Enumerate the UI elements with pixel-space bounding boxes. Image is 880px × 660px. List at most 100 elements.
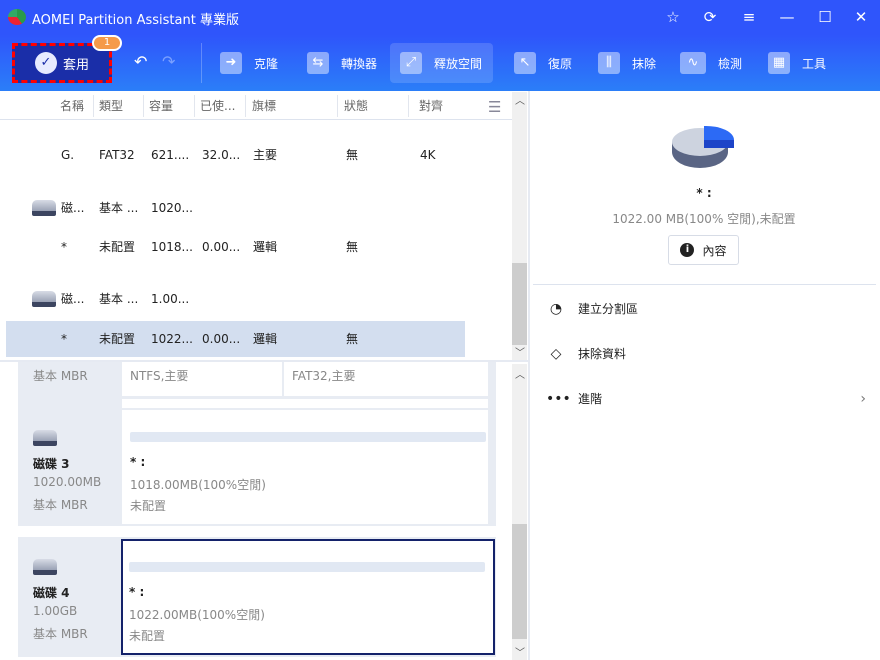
test-button[interactable]: ∿ 檢測 xyxy=(670,43,752,83)
close-button[interactable]: ✕ xyxy=(848,6,874,28)
disk-type: 基本 MBR xyxy=(33,369,88,383)
cell-status: 無 xyxy=(346,240,359,254)
recovery-button[interactable]: ↖ 復原 xyxy=(504,43,582,83)
pending-count-badge: 1 xyxy=(92,35,122,51)
recovery-label: 復原 xyxy=(548,56,573,71)
column-flag[interactable]: 旗標 xyxy=(252,93,276,119)
cell-name: G. xyxy=(61,148,75,162)
partition-row[interactable]: G. FAT32 621.... 32.0... 主要 無 4K xyxy=(6,137,465,173)
disk-card-3[interactable]: 磁碟 3 1020.00MB 基本 MBR * : 1018.00MB(100%… xyxy=(18,408,496,526)
window-title: AOMEI Partition Assistant 專業版 xyxy=(32,13,239,28)
column-divider xyxy=(245,95,246,117)
check-icon: ✓ xyxy=(34,52,57,74)
partition-row[interactable]: * 未配置 1018... 0.00... 邏輯 無 xyxy=(6,229,465,265)
menu-icon[interactable]: ≡ xyxy=(736,6,762,28)
column-divider xyxy=(143,95,144,117)
converter-label: 轉換器 xyxy=(341,56,378,71)
column-used[interactable]: 已使... xyxy=(200,93,235,119)
disk-card-partial[interactable]: 基本 MBR NTFS,主要 FAT32,主要 xyxy=(18,362,496,408)
disk-row[interactable]: 磁... 基本 ... 1020... xyxy=(6,190,465,226)
cell-type: 未配置 xyxy=(99,332,136,346)
disk-icon xyxy=(32,291,56,307)
column-align[interactable]: 對齊 xyxy=(419,93,443,119)
test-icon: ∿ xyxy=(680,52,706,74)
info-icon: i xyxy=(680,243,695,257)
partition-block[interactable]: NTFS,主要 xyxy=(122,362,282,396)
partition-type: 未配置 xyxy=(129,629,166,643)
clone-button[interactable]: ➜ 克隆 xyxy=(210,43,288,83)
partition-label: NTFS,主要 xyxy=(130,369,189,383)
test-label: 檢測 xyxy=(718,56,743,71)
column-divider xyxy=(194,95,195,117)
table-scrollbar[interactable]: ︿ ﹀ xyxy=(512,92,527,360)
maximize-button[interactable]: ☐ xyxy=(812,6,838,28)
undo-icon[interactable]: ↶ xyxy=(134,52,147,71)
recovery-icon: ↖ xyxy=(514,52,536,74)
redo-icon[interactable]: ↷ xyxy=(162,52,175,71)
column-capacity[interactable]: 容量 xyxy=(149,93,173,119)
clone-icon: ➜ xyxy=(220,52,242,74)
wipe-label: 抹除 xyxy=(632,56,657,71)
cell-flag: 主要 xyxy=(253,148,278,162)
create-partition-action[interactable]: ◔ 建立分割區 xyxy=(546,300,638,317)
cell-flag: 邏輯 xyxy=(253,332,278,346)
cell-cap: 1018... xyxy=(151,240,193,254)
toolbar-divider xyxy=(201,43,202,83)
disk-icon xyxy=(32,200,56,216)
refresh-icon[interactable]: ⟳ xyxy=(697,6,723,28)
disk-card-4[interactable]: 磁碟 4 1.00GB 基本 MBR * : 1022.00MB(100%空閒)… xyxy=(18,537,496,657)
scrollbar-thumb[interactable] xyxy=(512,263,527,345)
cell-status: 無 xyxy=(346,332,359,346)
wipe-icon: ⫼ xyxy=(598,52,620,74)
selected-partition-info: 1022.00 MB(100% 空閒),未配置 xyxy=(612,212,796,226)
cell-flag: 邏輯 xyxy=(253,240,278,254)
converter-button[interactable]: ⇆ 轉換器 xyxy=(297,43,387,83)
disk-name: 磁碟 3 xyxy=(33,457,70,471)
more-icon: ••• xyxy=(546,390,571,407)
selected-partition-name: * : xyxy=(696,186,712,200)
properties-label: 內容 xyxy=(702,243,727,258)
disk-size: 1020.00MB xyxy=(33,475,102,489)
tools-button[interactable]: ▦ 工具 xyxy=(758,43,836,83)
cell-type: 未配置 xyxy=(99,240,136,254)
column-status[interactable]: 狀態 xyxy=(344,93,368,119)
clone-label: 克隆 xyxy=(254,56,279,71)
unallocated-partition[interactable]: * : 1018.00MB(100%空閒) 未配置 xyxy=(122,410,488,524)
diskmap-scrollbar[interactable]: ︿ ﹀ xyxy=(512,364,527,660)
column-type[interactable]: 類型 xyxy=(99,93,123,119)
partition-size: 1022.00MB(100%空閒) xyxy=(129,608,265,622)
cell-name: * xyxy=(61,240,67,254)
scrollbar-thumb[interactable] xyxy=(512,524,527,639)
advanced-action[interactable]: ••• 進階 › xyxy=(546,390,866,407)
column-name[interactable]: 名稱 xyxy=(60,93,84,119)
star-icon[interactable]: ☆ xyxy=(660,6,686,28)
wipe-button[interactable]: ⫼ 抹除 xyxy=(588,43,666,83)
cell-type: FAT32 xyxy=(99,148,135,162)
tools-icon: ▦ xyxy=(768,52,790,74)
minimize-button[interactable]: — xyxy=(774,6,800,28)
create-partition-icon: ◔ xyxy=(549,300,563,317)
cell-name: 磁... xyxy=(61,292,85,306)
partition-row[interactable]: * 未配置 1022... 0.00... 邏輯 無 xyxy=(6,321,465,357)
pie-chart-icon xyxy=(672,125,735,168)
usage-bar xyxy=(130,432,486,442)
partition-block[interactable]: FAT32,主要 xyxy=(284,362,488,396)
free-space-button[interactable]: ⤢ 釋放空間 xyxy=(390,43,493,83)
action-label: 建立分割區 xyxy=(578,302,639,316)
cell-type: 基本 ... xyxy=(99,201,139,215)
wipe-data-action[interactable]: ◇ 抹除資料 xyxy=(546,345,626,362)
partition-type: 未配置 xyxy=(130,499,167,513)
usage-bar xyxy=(129,562,485,572)
properties-button[interactable]: i 內容 xyxy=(668,235,739,265)
cell-type: 基本 ... xyxy=(99,292,139,306)
cell-name: * xyxy=(61,332,67,346)
cell-cap: 1.00... xyxy=(151,292,190,306)
disk-icon xyxy=(33,430,57,446)
column-settings-icon[interactable]: ☰ xyxy=(488,98,501,116)
free-space-icon: ⤢ xyxy=(400,52,422,74)
disk-row[interactable]: 磁... 基本 ... 1.00... xyxy=(6,281,465,317)
unallocated-partition-selected[interactable]: * : 1022.00MB(100%空閒) 未配置 xyxy=(121,539,495,655)
title-bar: AOMEI Partition Assistant 專業版 ☆ ⟳ ≡ — ☐ … xyxy=(0,0,880,35)
cell-cap: 621.... xyxy=(151,148,190,162)
partition-block xyxy=(122,399,488,408)
